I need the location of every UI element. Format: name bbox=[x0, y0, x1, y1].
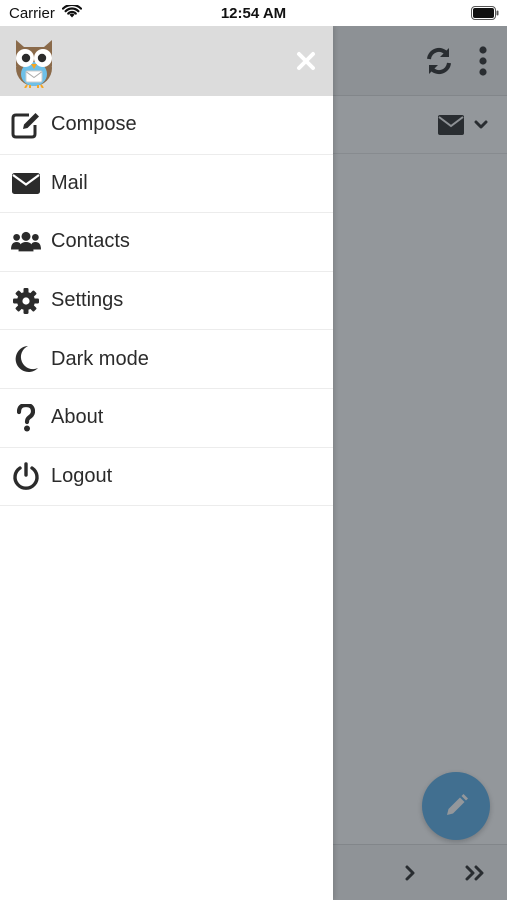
menu-item-contacts[interactable]: Contacts bbox=[0, 213, 333, 272]
clock: 12:54 AM bbox=[220, 5, 287, 22]
menu-item-compose[interactable]: Compose bbox=[0, 96, 333, 155]
battery-icon bbox=[471, 6, 499, 25]
power-icon bbox=[11, 461, 41, 491]
menu-item-label: Compose bbox=[51, 113, 137, 136]
menu-item-label: Dark mode bbox=[51, 347, 149, 370]
menu-item-about[interactable]: About bbox=[0, 389, 333, 448]
menu-item-label: About bbox=[51, 406, 104, 429]
drawer-header bbox=[0, 26, 333, 96]
menu-item-label: Logout bbox=[51, 464, 113, 487]
menu-item-logout[interactable]: Logout bbox=[0, 448, 333, 507]
moon-icon bbox=[11, 344, 41, 374]
owl-logo-icon bbox=[12, 36, 56, 89]
close-drawer-button[interactable] bbox=[290, 46, 322, 76]
menu-item-mail[interactable]: Mail bbox=[0, 155, 333, 214]
menu-item-label: Mail bbox=[51, 171, 88, 194]
status-bar: Carrier 12:54 AM bbox=[0, 0, 507, 26]
navigation-drawer: Compose Mail Contacts Settings Dark mode… bbox=[0, 26, 333, 900]
envelope-icon bbox=[11, 168, 41, 198]
gear-icon bbox=[11, 286, 41, 316]
drawer-menu: Compose Mail Contacts Settings Dark mode… bbox=[0, 96, 333, 507]
edit-icon bbox=[11, 110, 41, 140]
users-icon bbox=[11, 227, 41, 257]
close-icon bbox=[297, 52, 315, 70]
menu-item-label: Settings bbox=[51, 289, 124, 312]
question-icon bbox=[11, 403, 41, 433]
menu-item-label: Contacts bbox=[51, 230, 130, 253]
menu-item-settings[interactable]: Settings bbox=[0, 272, 333, 331]
menu-item-dark-mode[interactable]: Dark mode bbox=[0, 330, 333, 389]
